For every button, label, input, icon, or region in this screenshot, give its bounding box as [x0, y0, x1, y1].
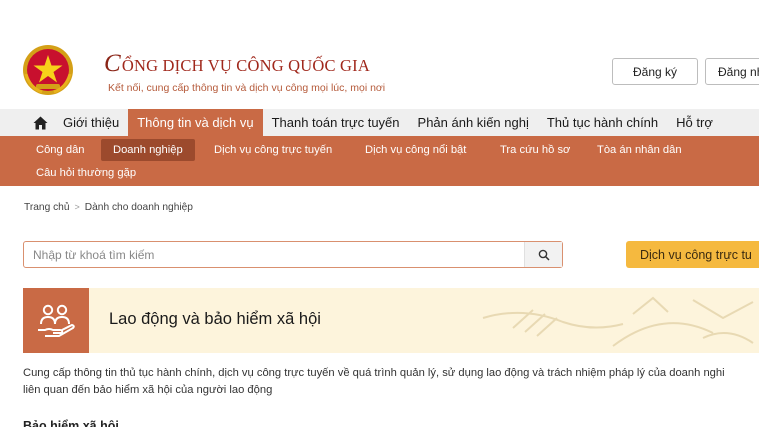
search-input[interactable] [24, 242, 524, 267]
category-banner: Lao động và bảo hiểm xã hội [23, 288, 759, 353]
site-title[interactable]: CỔNG DỊCH VỤ CÔNG QUỐC GIA [104, 51, 370, 76]
online-service-button[interactable]: Dịch vụ công trực tu [626, 241, 759, 268]
register-button[interactable]: Đăng ký [612, 58, 698, 85]
home-icon [33, 116, 47, 129]
banner-title: Lao động và bảo hiểm xã hội [109, 310, 321, 328]
breadcrumb-separator: > [74, 202, 80, 212]
sub-nav-item-featured-services[interactable]: Dịch vụ công nổi bật [353, 139, 478, 161]
main-nav-item-admin-procedures[interactable]: Thủ tục hành chính [538, 109, 667, 136]
sub-nav-item-online-services[interactable]: Dịch vụ công trực tuyến [202, 139, 344, 161]
breadcrumb-current: Dành cho doanh nghiệp [84, 202, 193, 213]
main-nav: Giới thiệu Thông tin và dịch vụ Thanh to… [0, 109, 759, 136]
home-button[interactable] [26, 109, 54, 136]
sub-nav: Công dân Doanh nghiệp Dịch vụ công trực … [0, 136, 759, 186]
breadcrumb-home-link[interactable]: Trang chủ [24, 202, 70, 213]
breadcrumb: Trang chủ > Dành cho doanh nghiệp [24, 202, 193, 213]
search-button[interactable] [524, 242, 562, 267]
description-line-1: Cung cấp thông tin thủ tục hành chính, d… [23, 367, 725, 379]
site-header: CỔNG DỊCH VỤ CÔNG QUỐC GIA Kết nối, cung… [0, 0, 759, 108]
description-line-2: liên quan đến bảo hiểm xã hội của người … [23, 384, 273, 396]
hand-care-people-icon [38, 304, 75, 337]
banner-icon-box [23, 288, 89, 353]
sub-nav-item-citizens[interactable]: Công dân [24, 139, 97, 161]
main-nav-item-support[interactable]: Hỗ trợ [667, 109, 722, 136]
sub-nav-item-peoples-court[interactable]: Tòa án nhân dân [585, 139, 694, 161]
main-nav-item-introduction[interactable]: Giới thiệu [54, 109, 128, 136]
login-button[interactable]: Đăng nh [705, 58, 759, 85]
national-emblem-icon[interactable] [22, 44, 74, 96]
site-title-initial: C [104, 50, 121, 77]
site-title-text: ỔNG DỊCH VỤ CÔNG QUỐC GIA [121, 56, 370, 75]
section-heading: Bảo hiểm xã hội [23, 419, 119, 427]
sub-nav-item-faq[interactable]: Câu hỏi thường gặp [24, 162, 148, 184]
search-bar [23, 241, 563, 268]
main-nav-item-information-services[interactable]: Thông tin và dịch vụ [128, 109, 263, 136]
category-description: Cung cấp thông tin thủ tục hành chính, d… [23, 365, 759, 399]
search-icon [538, 249, 550, 261]
site-tagline: Kết nối, cung cấp thông tin và dịch vụ c… [108, 82, 386, 94]
main-nav-item-feedback[interactable]: Phản ánh kiến nghị [409, 109, 538, 136]
bronze-drum-decoration-icon [482, 296, 754, 347]
sub-nav-item-dossier-lookup[interactable]: Tra cứu hồ sơ [488, 139, 582, 161]
main-nav-item-online-payment[interactable]: Thanh toán trực tuyến [263, 109, 409, 136]
sub-nav-item-enterprises[interactable]: Doanh nghiệp [101, 139, 195, 161]
